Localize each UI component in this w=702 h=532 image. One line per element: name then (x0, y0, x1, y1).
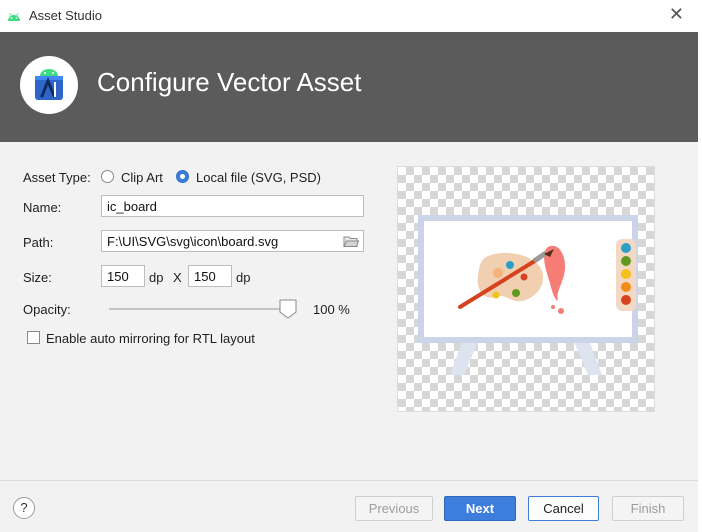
name-input[interactable]: ic_board (101, 195, 364, 217)
opacity-slider-thumb[interactable] (279, 299, 297, 319)
title-bar: Asset Studio ✕ (0, 0, 702, 33)
header-banner: Configure Vector Asset (0, 32, 698, 142)
window-title: Asset Studio (29, 8, 102, 23)
mirroring-checkbox[interactable] (27, 331, 40, 344)
path-input[interactable]: F:\UI\SVG\svg\icon\board.svg (101, 230, 364, 252)
next-button[interactable]: Next (444, 496, 516, 521)
size-label: Size: (23, 270, 52, 285)
radio-local-file-label[interactable]: Local file (SVG, PSD) (196, 170, 321, 185)
asset-type-label: Asset Type: (23, 170, 91, 185)
mirroring-label[interactable]: Enable auto mirroring for RTL layout (46, 331, 255, 346)
preview-panel (397, 166, 655, 412)
size-height-input[interactable]: 150 (188, 265, 232, 287)
page-title: Configure Vector Asset (97, 67, 362, 97)
android-studio-icon (8, 13, 20, 21)
size-width-input[interactable]: 150 (101, 265, 145, 287)
size-width-unit: dp (149, 270, 164, 285)
window-edge (698, 0, 702, 532)
radio-clip-art-label[interactable]: Clip Art (121, 170, 163, 185)
folder-open-icon[interactable] (343, 235, 359, 248)
path-label: Path: (23, 235, 54, 250)
radio-local-file[interactable] (176, 170, 189, 183)
previous-button[interactable]: Previous (355, 496, 433, 521)
cancel-button[interactable]: Cancel (528, 496, 599, 521)
opacity-value: 100 % (313, 302, 350, 317)
board-palette-illustration (418, 215, 638, 375)
opacity-slider-track[interactable] (109, 308, 291, 310)
name-label: Name: (23, 200, 62, 215)
close-icon[interactable]: ✕ (669, 4, 684, 25)
opacity-label: Opacity: (23, 302, 71, 317)
android-studio-logo (20, 56, 78, 114)
size-height-unit: dp (236, 270, 251, 285)
size-separator: X (173, 270, 182, 285)
footer-separator (0, 480, 698, 481)
finish-button[interactable]: Finish (612, 496, 684, 521)
radio-clip-art[interactable] (101, 170, 114, 183)
help-icon[interactable]: ? (13, 497, 35, 519)
